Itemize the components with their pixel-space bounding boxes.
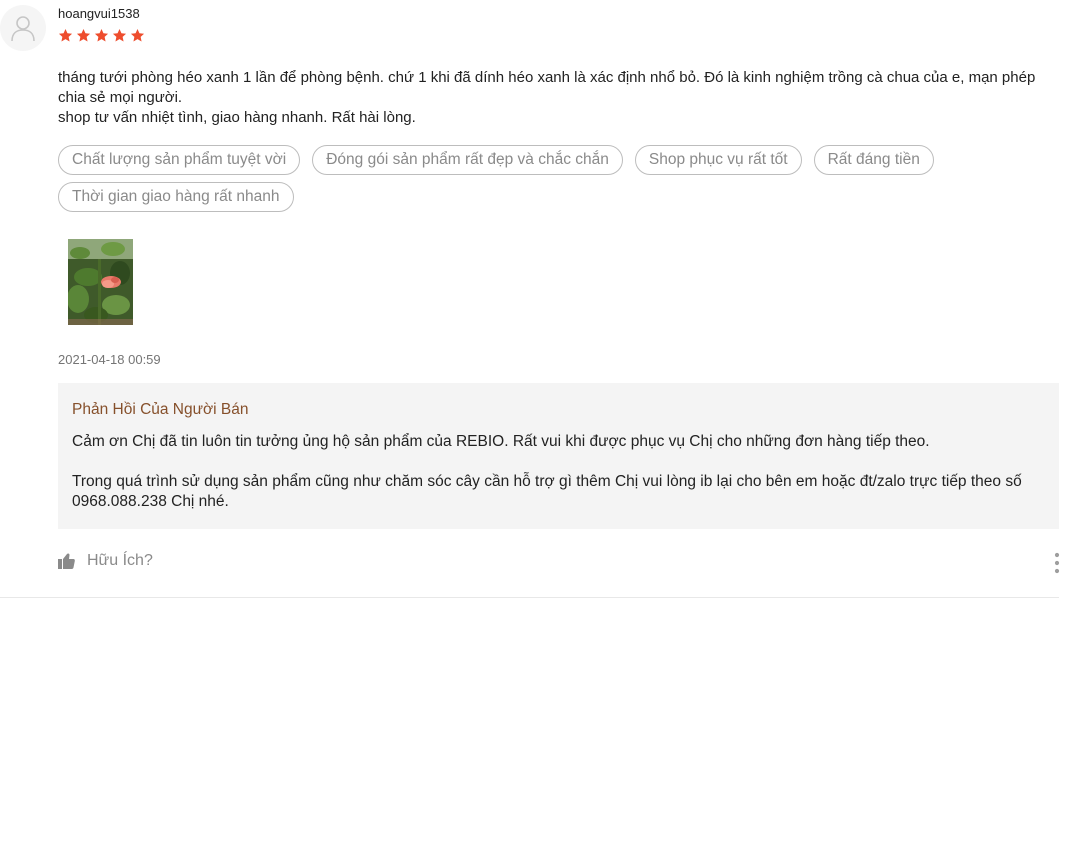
star-icon <box>58 28 73 42</box>
helpful-label: Hữu Ích? <box>87 552 153 569</box>
review-item: hoangvui1538 tháng tưới phòng héo xanh 1… <box>0 0 1060 598</box>
review-photo-thumbnail[interactable] <box>68 239 133 325</box>
review-tag[interactable]: Đóng gói sản phẩm rất đẹp và chắc chắn <box>312 145 623 175</box>
review-tag[interactable]: Shop phục vụ rất tốt <box>634 145 802 175</box>
tomato-flower-photo <box>68 239 133 325</box>
more-options-button[interactable] <box>1051 552 1063 574</box>
review-tags: Chất lượng sản phẩm tuyệt vời Đóng gói s… <box>58 145 1018 212</box>
review-tag[interactable]: Rất đáng tiền <box>813 145 934 175</box>
star-icon <box>76 28 91 42</box>
seller-reply: Phản Hồi Của Người Bán Cảm ơn Chị đã tin… <box>58 383 1059 529</box>
review-text: tháng tưới phòng héo xanh 1 lần để phòng… <box>58 68 1058 128</box>
helpful-button[interactable]: Hữu Ích? <box>58 552 153 570</box>
review-timestamp: 2021-04-18 00:59 <box>58 352 161 367</box>
thumbs-up-icon <box>58 553 75 569</box>
review-tag[interactable]: Chất lượng sản phẩm tuyệt vời <box>58 145 301 175</box>
star-icon <box>94 28 109 42</box>
reviewer-username[interactable]: hoangvui1538 <box>58 6 140 21</box>
review-text-line: tháng tưới phòng héo xanh 1 lần để phòng… <box>58 69 1036 106</box>
avatar[interactable] <box>0 5 46 51</box>
star-icon <box>112 28 127 42</box>
seller-reply-paragraph: Cảm ơn Chị đã tin luôn tin tưởng ủng hộ … <box>72 433 930 450</box>
seller-reply-title: Phản Hồi Của Người Bán <box>72 401 249 418</box>
user-avatar-icon <box>11 16 35 42</box>
rating-stars <box>58 28 145 43</box>
review-text-line: shop tư vấn nhiệt tình, giao hàng nhanh.… <box>58 109 416 126</box>
star-icon <box>130 28 145 42</box>
seller-reply-paragraph: Trong quá trình sử dụng sản phẩm cũng nh… <box>72 473 1022 510</box>
more-vertical-icon <box>1054 552 1060 574</box>
review-tag[interactable]: Thời gian giao hàng rất nhanh <box>58 182 294 212</box>
